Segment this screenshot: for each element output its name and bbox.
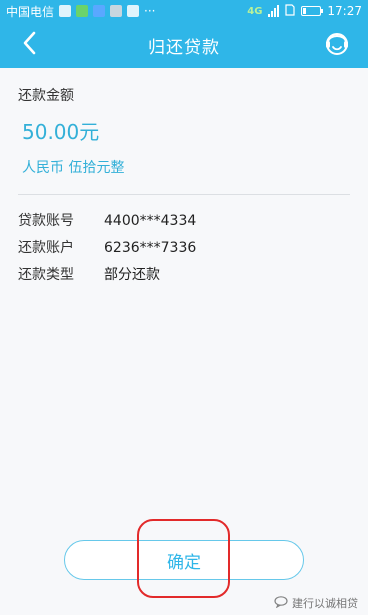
detail-row-repayment-type: 还款类型 部分还款 [18, 265, 350, 285]
chat-bubble-icon [274, 595, 288, 611]
status-bar: 中国电信 ··· 4G 17:27 [0, 0, 368, 22]
notification-app-icon [59, 5, 72, 17]
detail-value: 4400***4334 [104, 213, 197, 229]
signal-icon [268, 5, 280, 17]
clock: 17:27 [327, 4, 362, 18]
network-type-label: 4G [247, 5, 263, 17]
carrier-label: 中国电信 [6, 4, 55, 19]
watermark-text: 建行以诚相贷 [292, 597, 358, 610]
detail-row-repayment-account: 还款账户 6236***7336 [18, 238, 350, 258]
amount-label: 还款金额 [18, 88, 74, 104]
detail-label: 贷款账号 [18, 213, 74, 229]
notification-app-icon [127, 5, 140, 17]
customer-service-icon [323, 29, 351, 61]
customer-service-button[interactable] [320, 28, 354, 62]
main-content: 还款金额 50.00元 人民币 伍拾元整 贷款账号 4400***4334 还款… [0, 68, 368, 615]
detail-row-loan-account: 贷款账号 4400***4334 [18, 211, 350, 231]
status-left: 中国电信 ··· [6, 3, 247, 20]
confirm-button[interactable]: 确定 [64, 540, 304, 580]
notification-app-icon [110, 5, 123, 17]
amount-chinese-value: 人民币 伍拾元整 [22, 160, 125, 176]
amount-value: 50.00元 [22, 120, 100, 144]
page-title: 归还贷款 [148, 37, 220, 58]
watermark: 建行以诚相贷 [274, 595, 358, 611]
back-button[interactable] [14, 30, 44, 60]
chevron-left-icon [22, 31, 36, 59]
amount-section: 还款金额 50.00元 人民币 伍拾元整 [0, 68, 368, 178]
sim-icon [285, 3, 296, 19]
detail-label: 还款账户 [18, 240, 74, 256]
battery-icon [301, 6, 324, 16]
detail-label: 还款类型 [18, 267, 74, 283]
status-right: 4G 17:27 [247, 3, 362, 19]
notification-app-icon [93, 5, 106, 17]
notification-app-icon [76, 5, 89, 17]
more-notifications-indicator: ··· [144, 4, 156, 18]
detail-value: 6236***7336 [104, 240, 197, 256]
loan-details: 贷款账号 4400***4334 还款账户 6236***7336 还款类型 部… [0, 195, 368, 285]
app-header: 归还贷款 [0, 22, 368, 68]
detail-value: 部分还款 [104, 267, 160, 283]
